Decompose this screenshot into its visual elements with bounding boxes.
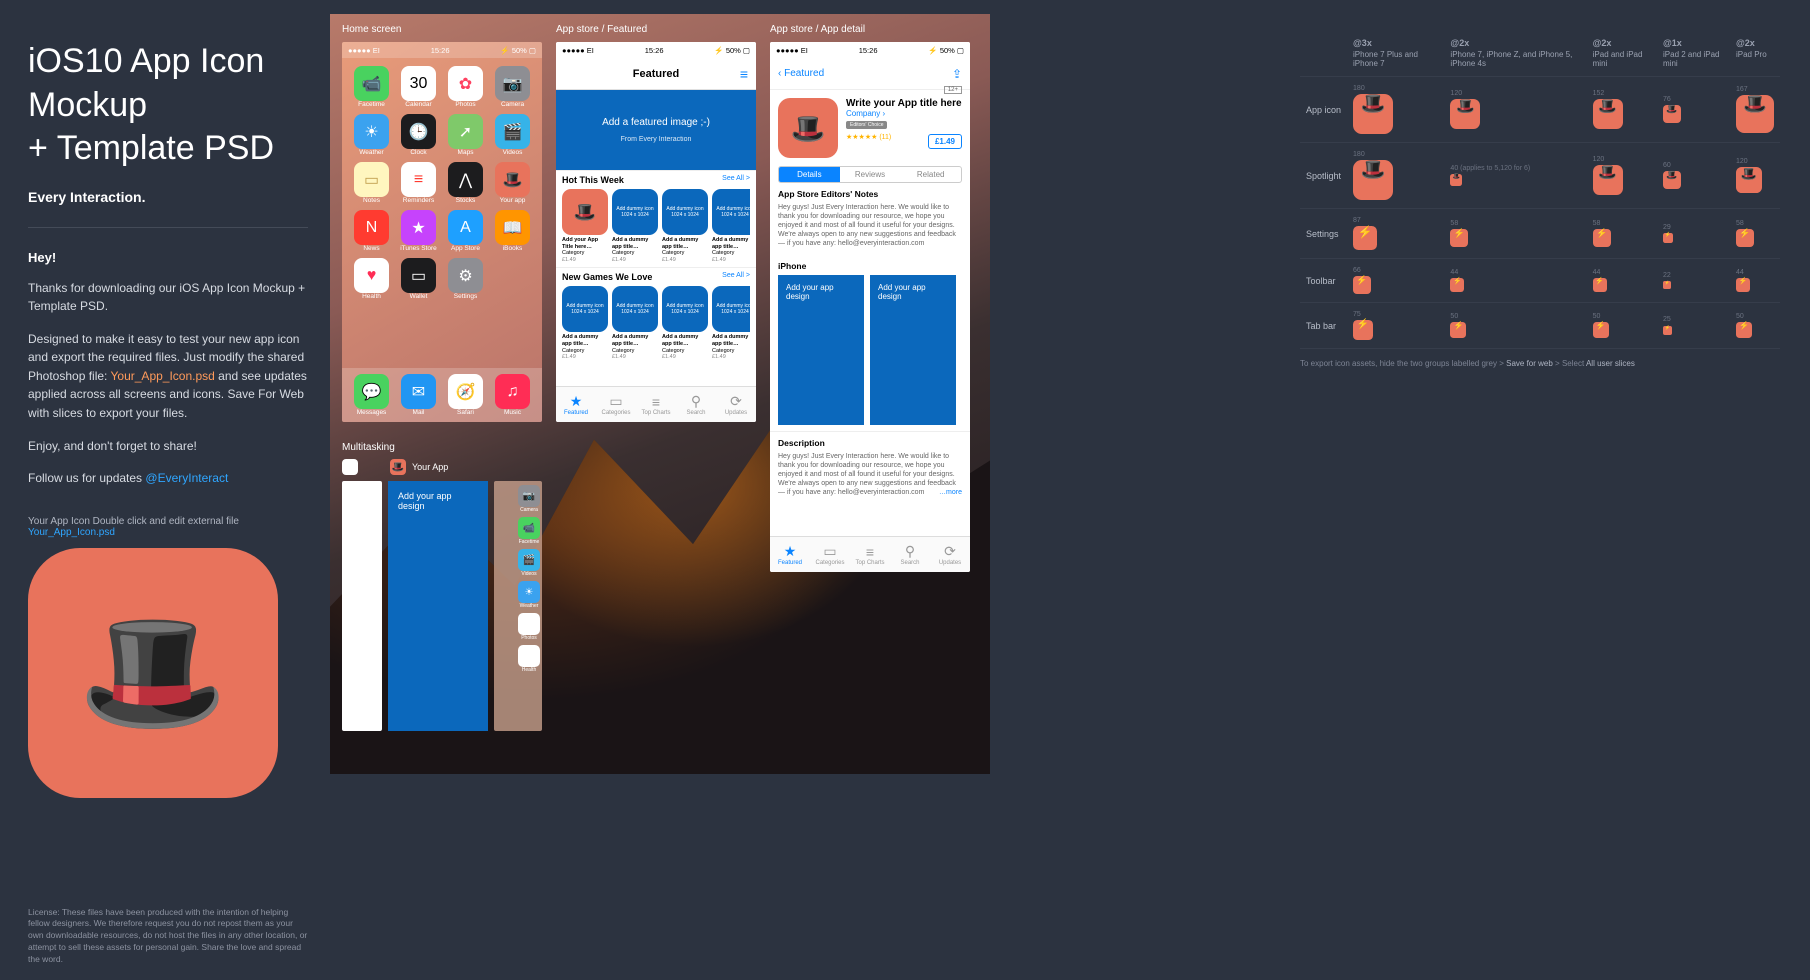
screenshot-1: Add your app design (778, 275, 864, 425)
main-title: iOS10 App Icon Mockup + Template PSD (28, 40, 308, 171)
app-maps[interactable]: ➚Maps (444, 114, 487, 156)
psd-edit-label: Your App Icon Double click and edit exte… (28, 516, 308, 538)
app-videos[interactable]: 🎬Videos (491, 114, 534, 156)
mockup-multitask: 🎩 Your App Add your app design 📷Camera📹F… (342, 459, 542, 769)
featured-hero: Add a featured image ;-) From Every Inte… (556, 90, 756, 170)
psd-link[interactable]: Your_App_Icon.psd (111, 369, 215, 383)
app-itunes-store[interactable]: ★iTunes Store (397, 210, 440, 252)
buy-button[interactable]: £1.49 (928, 134, 962, 149)
info-sidebar: iOS10 App Icon Mockup + Template PSD Eve… (28, 40, 308, 798)
label-featured: App store / Featured (556, 24, 647, 35)
app-health[interactable]: ♥Health (350, 258, 393, 300)
app-card[interactable]: Add dummy icon 1024 x 1024Add a dummy ap… (662, 286, 708, 360)
body-text: Thanks for downloading our iOS App Icon … (28, 279, 308, 488)
photoshop-canvas: Home screen App store / Featured App sto… (330, 14, 990, 774)
divider (28, 227, 308, 228)
app-settings[interactable]: ⚙Settings (444, 258, 487, 300)
tab-featured[interactable]: ★Featured (770, 537, 810, 572)
dock-music[interactable]: ♫Music (495, 374, 530, 416)
app-facetime[interactable]: 📹Facetime (350, 66, 393, 108)
app-news[interactable]: NNews (350, 210, 393, 252)
tab-search[interactable]: ⚲Search (890, 537, 930, 572)
tab-top-charts[interactable]: ≡Top Charts (636, 387, 676, 422)
segmented-control[interactable]: Details Reviews Related (778, 166, 962, 183)
label-multitask: Multitasking (342, 442, 395, 453)
mockup-app-store-detail: ●●●●● EI15:26⚡ 50% ▢ ‹ Featured⇪ 🎩 Write… (770, 42, 970, 572)
app-icon: 🎩 (778, 98, 838, 158)
share-icon[interactable]: ⇪ (952, 67, 962, 81)
app-card[interactable]: Add dummy icon 1024 x 1024Add a dummy ap… (662, 189, 708, 263)
app-wallet[interactable]: ▭Wallet (397, 258, 440, 300)
label-home: Home screen (342, 24, 401, 35)
tab-top-charts[interactable]: ≡Top Charts (850, 537, 890, 572)
app-camera[interactable]: 📷Camera (491, 66, 534, 108)
greeting: Hey! (28, 250, 308, 265)
app-card[interactable]: 🎩Add your App Title here…Category£1.49 (562, 189, 608, 263)
screenshot-2: Add your app design (870, 275, 956, 425)
export-note: To export icon assets, hide the two grou… (1300, 359, 1780, 368)
dock-mail[interactable]: ✉Mail (401, 374, 436, 416)
tab-updates[interactable]: ⟳Updates (930, 537, 970, 572)
app-photos[interactable]: ✿Photos (444, 66, 487, 108)
app-stocks[interactable]: ⋀Stocks (444, 162, 487, 204)
app-your-app[interactable]: 🎩Your app (491, 162, 534, 204)
twitter-link[interactable]: @EveryInteract (145, 471, 228, 485)
app-ibooks[interactable]: 📖iBooks (491, 210, 534, 252)
app-card[interactable]: Add dummy icon 1024 x 1024Add a dummy ap… (612, 286, 658, 360)
app-card[interactable]: Add dummy icon 1024 x 1024Add a dummy ap… (712, 189, 750, 263)
dock-safari[interactable]: 🧭Safari (448, 374, 483, 416)
tab-featured[interactable]: ★Featured (556, 387, 596, 422)
app-app-store[interactable]: AApp Store (444, 210, 487, 252)
app-clock[interactable]: 🕒Clock (397, 114, 440, 156)
license-text: License: These files have been produced … (28, 907, 308, 966)
app-notes[interactable]: ▭Notes (350, 162, 393, 204)
tab-categories[interactable]: ▭Categories (810, 537, 850, 572)
app-calendar[interactable]: 30Calendar (397, 66, 440, 108)
app-card[interactable]: Add dummy icon 1024 x 1024Add a dummy ap… (562, 286, 608, 360)
your-app-icon-large[interactable]: 🎩 (28, 548, 278, 798)
mockup-app-store-featured: ●●●●● EI15:26⚡ 50% ▢ Featured Add a feat… (556, 42, 756, 422)
icon-size-table: @3xiPhone 7 Plus and iPhone 7@2xiPhone 7… (1300, 30, 1780, 368)
label-detail: App store / App detail (770, 24, 865, 35)
app-reminders[interactable]: ≡Reminders (397, 162, 440, 204)
app-card[interactable]: Add dummy icon 1024 x 1024Add a dummy ap… (612, 189, 658, 263)
app-card[interactable]: Add dummy icon 1024 x 1024Add a dummy ap… (712, 286, 750, 360)
featured-nav: Featured (556, 58, 756, 90)
back-button[interactable]: ‹ Featured (778, 68, 824, 79)
tab-categories[interactable]: ▭Categories (596, 387, 636, 422)
tab-updates[interactable]: ⟳Updates (716, 387, 756, 422)
mockup-home-screen: ●●●●● EI15:26⚡ 50% ▢ 📹Facetime30Calendar… (342, 42, 542, 422)
tab-search[interactable]: ⚲Search (676, 387, 716, 422)
dock-messages[interactable]: 💬Messages (354, 374, 389, 416)
brand: Every Interaction. (28, 189, 308, 205)
app-weather[interactable]: ☀Weather (350, 114, 393, 156)
